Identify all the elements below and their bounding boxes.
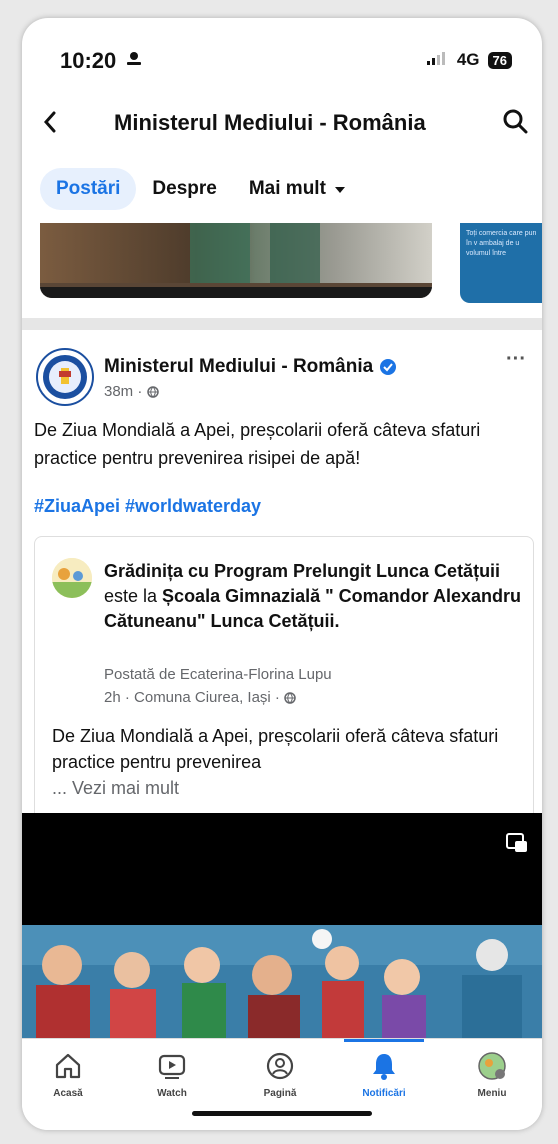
post-meta: 38m · [104,383,159,400]
shared-post-title: Grădinița cu Program Prelungit Lunca Cet… [104,561,522,631]
post-author[interactable]: Ministerul Mediului - România [104,356,397,378]
see-more-link[interactable]: ... Vezi mai mult [52,778,179,798]
nav-acasa[interactable]: Acasă [28,1051,108,1099]
status-indicators: 4G 76 [426,50,512,70]
tab-mai-mult[interactable]: Mai mult [233,168,361,210]
shared-page-name[interactable]: Grădinița cu Program Prelungit Lunca Cet… [104,561,500,581]
status-time: 10:20 [60,48,142,75]
globe-icon [146,386,159,398]
pip-icon [506,833,527,852]
shared-location[interactable]: Școala Gimnazială " Comandor Alexandru C… [104,586,521,631]
post-text: De Ziua Mondială a Apei, preșcolarii ofe… [34,420,481,468]
search-button[interactable] [502,108,528,139]
active-tab-indicator [344,1039,424,1042]
globe-icon [284,692,296,704]
nav-pagina[interactable]: Pagină [240,1051,320,1099]
signal-icon [426,50,449,70]
shared-meta: 2h · Comuna Ciurea, Iași · [104,689,296,706]
tab-postari[interactable]: Postări [40,168,137,210]
nav-watch[interactable]: Watch [132,1051,212,1099]
post-hashtags[interactable]: #ZiuaApei #worldwaterday [34,496,261,517]
caret-down-icon [335,187,346,193]
shared-post-text: De Ziua Mondială a Apei, preșcolarii ofe… [52,726,499,798]
chevron-left-icon [43,111,56,133]
profile-icon [266,1052,294,1080]
page-title: Ministerul Mediului - România [114,110,426,135]
carousel-card-info[interactable]: Toți comercia care pun în v ambalaj de u… [460,223,542,303]
search-icon [503,109,528,134]
more-options-button[interactable]: ··· [506,348,526,371]
carousel-card-photo[interactable] [40,223,432,298]
shared-posted-by: Postată de Ecaterina-Florina Lupu [104,666,332,683]
menu-avatar-icon [478,1052,506,1080]
back-button[interactable] [42,110,58,139]
video-thumbnail[interactable] [22,925,542,1045]
page-tabs: Postări Despre Mai mult [40,168,361,210]
shared-page-avatar[interactable] [52,558,92,598]
kindergarten-logo-icon [52,558,92,598]
verified-badge-icon [380,358,397,375]
network-label: 4G [456,50,480,69]
video-icon [158,1054,186,1079]
home-icon [55,1053,81,1079]
person-icon [126,49,142,75]
battery-icon: 76 [487,51,512,69]
ministry-logo-icon [43,355,87,399]
bell-icon [373,1054,395,1080]
nav-meniu[interactable]: Meniu [452,1051,532,1099]
tab-despre[interactable]: Despre [136,168,232,210]
phone-screen: 10:20 4G 76 Ministerul Mediului - Români… [22,18,542,1130]
bottom-nav: Acasă Watch Pagină Notificări Meniu [22,1038,542,1130]
nav-notificari[interactable]: Notificări [344,1051,424,1099]
home-indicator [192,1111,372,1116]
picture-in-picture-button[interactable] [506,833,528,858]
page-avatar[interactable] [36,348,94,406]
video-player[interactable] [22,813,542,925]
section-divider [22,318,542,330]
